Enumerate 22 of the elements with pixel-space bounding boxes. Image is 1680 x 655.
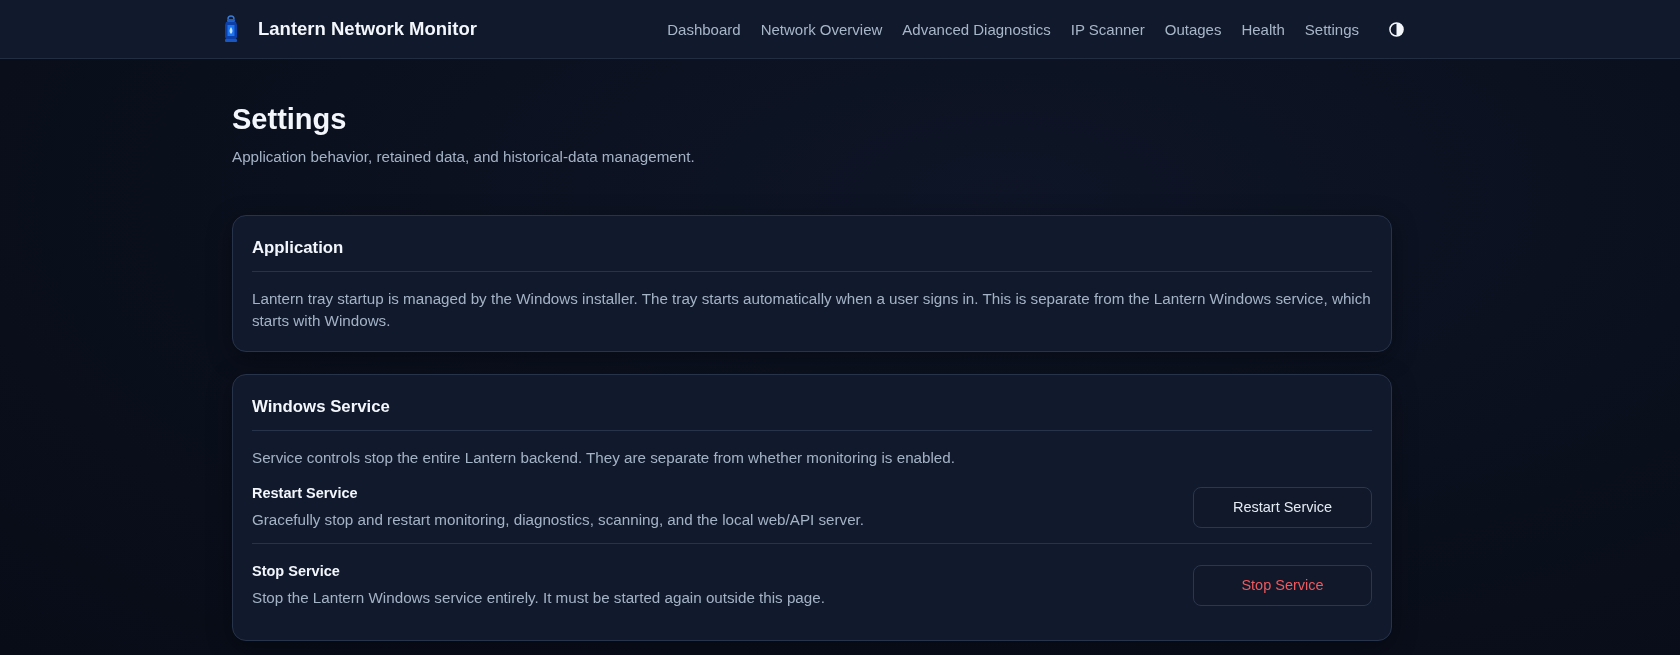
page-title: Settings <box>232 102 348 137</box>
lantern-icon <box>223 15 239 43</box>
nav-link[interactable]: Settings <box>1304 20 1359 38</box>
action-title: Restart Service <box>252 484 359 503</box>
card-title: Application <box>252 237 1372 272</box>
restart-service-button[interactable]: Restart Service <box>1193 486 1372 528</box>
action-description: Stop the Lantern Windows service entirely. It must be started again outside this page. <box>252 588 826 608</box>
nav-link[interactable]: Network Overview <box>760 20 883 38</box>
nav-link[interactable]: Health <box>1241 20 1285 38</box>
card-description: Lantern tray startup is managed by the Windows installer. The tray starts automatically when a user signs in. This is separate from the Lantern Windows service, which starts with Windows. <box>252 289 1372 331</box>
action-description: Gracefully stop and restart monitoring, diagnostics, scanning, and the local web/API server. <box>252 510 866 530</box>
nav-link[interactable]: IP Scanner <box>1070 20 1145 38</box>
nav-link[interactable]: Dashboard <box>667 20 741 38</box>
action-title: Stop Service <box>252 562 341 581</box>
nav-link[interactable]: Advanced Diagnostics <box>902 20 1051 38</box>
page-subtitle: Application behavior, retained data, and historical-data management. <box>232 147 696 167</box>
card-title: Windows Service <box>252 396 1372 431</box>
theme-toggle-icon[interactable] <box>1389 21 1404 37</box>
app-title: Lantern Network Monitor <box>258 18 477 40</box>
nav-link[interactable]: Outages <box>1164 20 1222 38</box>
card-description: Service controls stop the entire Lantern backend. They are separate from whether monitoring is enabled. <box>252 448 956 468</box>
stop-service-button[interactable]: Stop Service <box>1193 564 1372 606</box>
